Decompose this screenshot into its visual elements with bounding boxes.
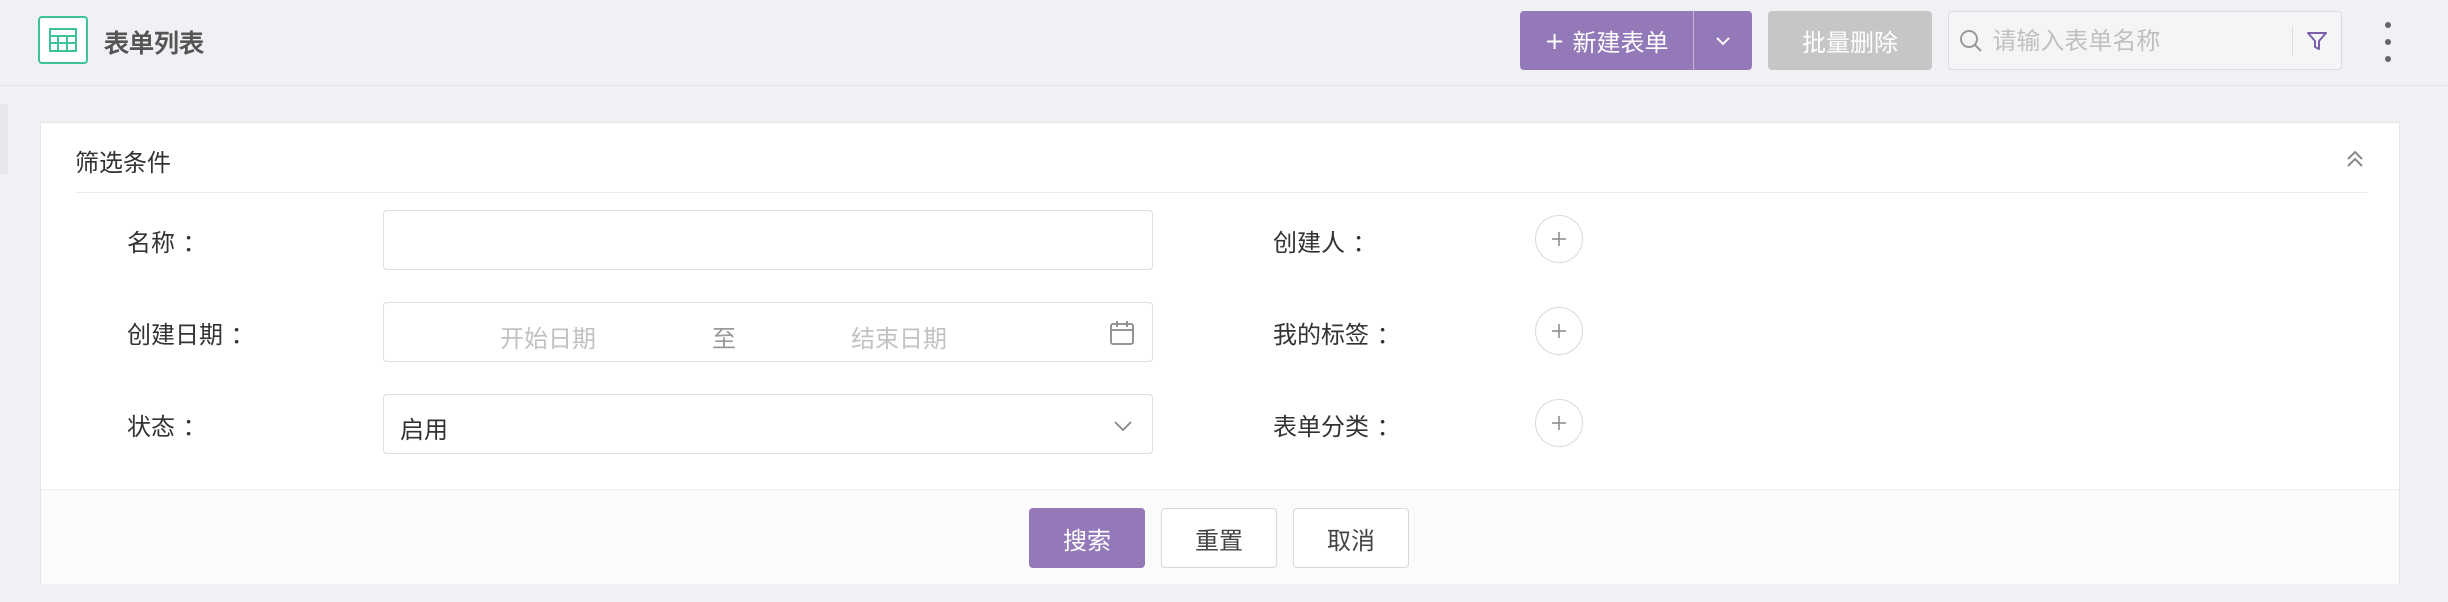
date-end-placeholder[interactable]: 结束日期 bbox=[851, 319, 947, 354]
more-icon[interactable] bbox=[2376, 22, 2400, 62]
batch-delete-button[interactable]: 批量删除 bbox=[1768, 11, 1932, 70]
new-form-dropdown-button[interactable] bbox=[1694, 11, 1752, 70]
search-input[interactable] bbox=[1992, 26, 2293, 55]
status-select[interactable]: 启用 bbox=[383, 394, 1153, 454]
filter-panel-title: 筛选条件 bbox=[75, 149, 171, 177]
date-range-picker[interactable]: 开始日期 至 结束日期 bbox=[383, 302, 1153, 362]
filter-panel: 筛选条件 名称 ： 创建人 ： 创建日期 ： 开始日期 至 结束日期 我的标签 … bbox=[40, 122, 2400, 584]
plus-icon bbox=[1552, 416, 1566, 430]
status-select-value: 启用 bbox=[400, 416, 448, 444]
cancel-button[interactable]: 取消 bbox=[1293, 508, 1409, 568]
search-box bbox=[1948, 11, 2342, 70]
creator-label: 创建人 ： bbox=[1273, 229, 1377, 257]
filter-actions: 搜索 重置 取消 bbox=[41, 489, 2399, 584]
add-category-button[interactable] bbox=[1535, 399, 1583, 447]
new-form-button-group: + 新建表单 bbox=[1520, 11, 1752, 70]
collapse-up-icon[interactable] bbox=[2343, 147, 2367, 171]
search-icon bbox=[1949, 28, 1992, 54]
chevron-down-icon bbox=[1716, 36, 1730, 45]
add-creator-button[interactable] bbox=[1535, 215, 1583, 263]
name-label: 名称 ： bbox=[127, 229, 207, 257]
create-date-label: 创建日期 ： bbox=[127, 321, 255, 349]
category-label: 表单分类 ： bbox=[1273, 413, 1401, 441]
plus-icon bbox=[1552, 324, 1566, 338]
new-form-label: 新建表单 bbox=[1572, 29, 1669, 57]
search-button[interactable]: 搜索 bbox=[1029, 508, 1145, 568]
date-start-placeholder[interactable]: 开始日期 bbox=[500, 319, 596, 354]
top-bar: 表单列表 + 新建表单 批量删除 bbox=[0, 0, 2448, 86]
name-input[interactable] bbox=[384, 211, 1152, 269]
status-label: 状态 ： bbox=[127, 413, 207, 441]
plus-icon: + bbox=[1544, 26, 1565, 55]
reset-button[interactable]: 重置 bbox=[1161, 508, 1277, 568]
add-tag-button[interactable] bbox=[1535, 307, 1583, 355]
filter-icon[interactable] bbox=[2293, 29, 2341, 53]
filter-panel-header: 筛选条件 bbox=[75, 123, 2367, 193]
name-field bbox=[383, 210, 1153, 270]
chevron-down-icon bbox=[1114, 421, 1132, 432]
calendar-icon bbox=[1110, 321, 1134, 345]
plus-icon bbox=[1552, 232, 1566, 246]
page-title: 表单列表 bbox=[104, 29, 205, 58]
date-range-separator: 至 bbox=[712, 325, 736, 353]
sidebar-edge bbox=[0, 104, 8, 174]
table-icon bbox=[38, 16, 88, 64]
new-form-button[interactable]: + 新建表单 bbox=[1520, 11, 1693, 70]
tags-label: 我的标签 ： bbox=[1273, 321, 1401, 349]
